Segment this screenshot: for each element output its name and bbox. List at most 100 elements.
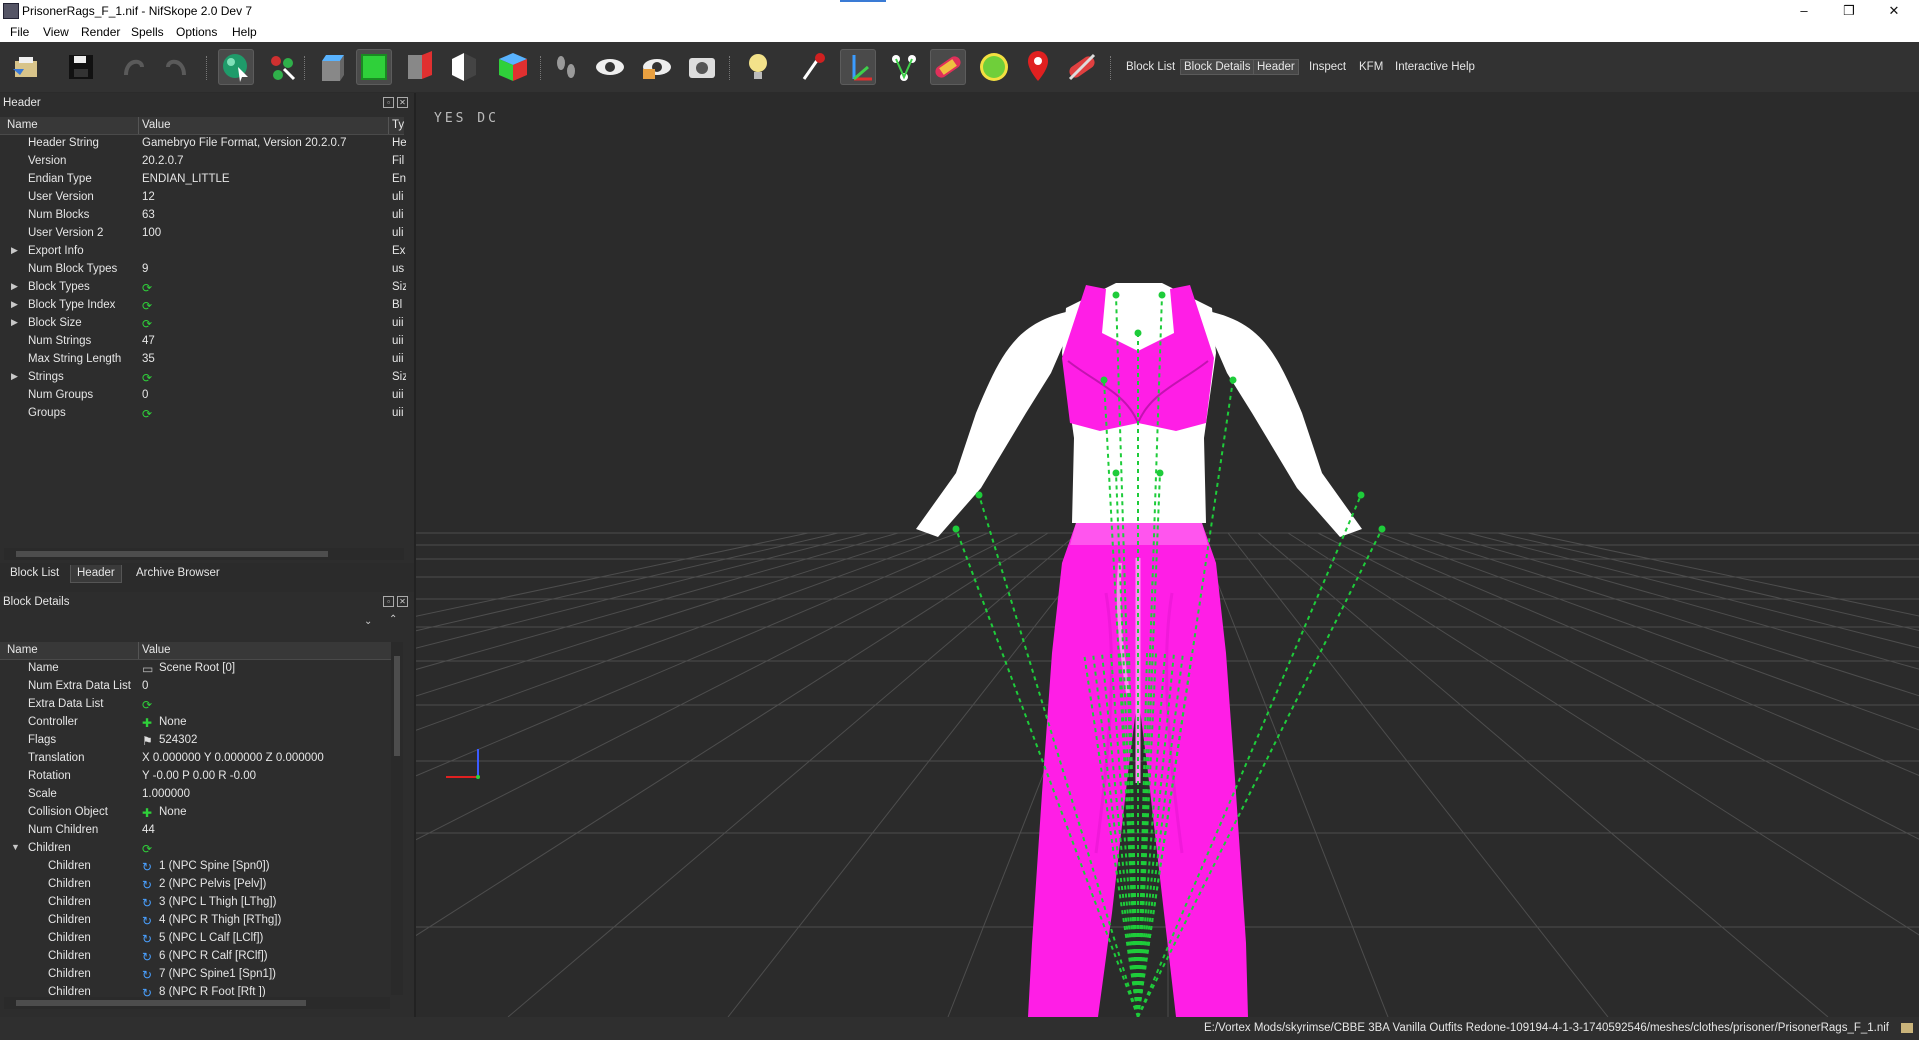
row-value[interactable]: 4 (NPC R Thigh [RThg]) (159, 914, 388, 926)
menu-file[interactable]: File (10, 25, 29, 39)
row-value[interactable]: 5 (NPC L Calf [LClf]) (159, 932, 388, 944)
details-row[interactable]: Flags ⚑ 524302 (0, 732, 390, 750)
header-row[interactable]: ▶ Block Types ⟳ Siz (0, 279, 406, 297)
scroll-thumb[interactable] (16, 551, 328, 557)
details-row[interactable]: Scale 1.000000 (0, 786, 390, 804)
tab-header[interactable]: Header (70, 565, 122, 583)
row-value[interactable]: 524302 (159, 734, 388, 746)
row-value[interactable]: Scene Root [0] (159, 662, 388, 674)
column-name[interactable]: Name (7, 644, 38, 656)
restore-button[interactable]: ❒ (1834, 2, 1864, 20)
header-row[interactable]: Num Blocks 63 uli (0, 207, 404, 225)
collapse-arrow-icon[interactable]: ▼ (11, 842, 20, 852)
constraints-icon[interactable] (886, 49, 922, 85)
header-hscrollbar[interactable] (4, 548, 404, 560)
tab-block-list[interactable]: Block List (4, 565, 65, 583)
row-value[interactable]: 12 (142, 191, 387, 203)
row-value[interactable]: X 0.000000 Y 0.000000 Z 0.000000 (142, 752, 388, 764)
header-row[interactable]: ▶ Export Info Ex (0, 243, 405, 261)
child-row[interactable]: Children ↻ 2 (NPC Pelvis [Pelv]) (0, 876, 390, 894)
header-row[interactable]: User Version 12 uli (0, 189, 404, 207)
resize-grip-icon[interactable] (1901, 1023, 1913, 1033)
column-value[interactable]: Value (142, 119, 171, 131)
row-value[interactable]: ENDIAN_LITTLE (142, 173, 387, 185)
details-row[interactable]: Collision Object ✚ None (0, 804, 390, 822)
view-side-icon[interactable] (402, 49, 438, 85)
menu-help[interactable]: Help (232, 25, 257, 39)
toggle-block-list[interactable]: Block List (1122, 59, 1179, 75)
select-object-icon[interactable] (218, 49, 254, 85)
view-top-icon[interactable] (314, 49, 350, 85)
row-value[interactable]: 0 (142, 680, 388, 692)
collision-icon[interactable] (976, 49, 1012, 85)
close-icon[interactable]: ✕ (397, 596, 408, 607)
details-row[interactable]: ▼ Children ⟳ (0, 840, 390, 858)
view-perspective-icon[interactable] (495, 49, 531, 85)
row-value[interactable]: 7 (NPC Spine1 [Spn1]) (159, 968, 388, 980)
header-row[interactable]: Version 20.2.0.7 Fil (0, 153, 404, 171)
row-value[interactable]: 44 (142, 824, 388, 836)
load-icon[interactable] (10, 49, 46, 85)
screenshot-icon[interactable] (684, 49, 720, 85)
axes-icon[interactable] (840, 49, 876, 85)
lighting-icon[interactable] (740, 49, 776, 85)
menu-options[interactable]: Options (176, 25, 217, 39)
header-row[interactable]: Max String Length 35 uii (0, 351, 404, 369)
menu-view[interactable]: View (43, 25, 69, 39)
redo-icon[interactable] (158, 49, 194, 85)
select-vertex-icon[interactable] (264, 49, 300, 85)
details-row[interactable]: Controller ✚ None (0, 714, 390, 732)
header-row[interactable]: Num Block Types 9 us (0, 261, 404, 279)
details-row[interactable]: Extra Data List ⟳ (0, 696, 390, 714)
row-value[interactable]: Gamebryo File Format, Version 20.2.0.7 (142, 137, 387, 149)
row-value[interactable]: 3 (NPC L Thigh [LThg]) (159, 896, 388, 908)
header-row[interactable]: ▶ Block Size ⟳ uii (0, 315, 404, 333)
row-value[interactable]: 9 (142, 263, 387, 275)
header-row[interactable]: ▶ Block Type Index ⟳ Bl (0, 297, 404, 315)
details-row[interactable]: Num Children 44 (0, 822, 390, 840)
details-row[interactable]: Rotation Y -0.00 P 0.00 R -0.00 (0, 768, 390, 786)
row-value[interactable]: 63 (142, 209, 387, 221)
column-value[interactable]: Value (142, 644, 171, 656)
markers-icon[interactable] (1020, 49, 1056, 85)
expand-arrow-icon[interactable]: ▶ (11, 245, 18, 256)
menu-spells[interactable]: Spells (131, 25, 164, 39)
child-row[interactable]: Children ↻ 3 (NPC L Thigh [LThg]) (0, 894, 390, 912)
float-icon[interactable]: ▫ (383, 97, 394, 108)
header-row[interactable]: Num Groups 0 uii (0, 387, 404, 405)
child-row[interactable]: Children ↻ 4 (NPC R Thigh [RThg]) (0, 912, 390, 930)
render-viewport[interactable]: YES DC (416, 93, 1919, 1017)
expand-arrow-icon[interactable]: ▶ (11, 299, 18, 310)
toggle-block-details[interactable]: Block Details (1180, 59, 1255, 75)
toggle-kfm[interactable]: KFM (1355, 59, 1387, 75)
visibility-icon[interactable] (639, 49, 675, 85)
scroll-thumb[interactable] (394, 656, 400, 756)
show-hidden-icon[interactable] (592, 49, 628, 85)
scroll-thumb[interactable] (16, 1000, 306, 1006)
header-row[interactable]: Header String Gamebryo File Format, Versi… (0, 135, 406, 153)
row-value[interactable]: 0 (142, 389, 387, 401)
header-row[interactable]: ▶ Strings ⟳ Siz (0, 369, 406, 387)
minimize-button[interactable]: – (1789, 2, 1819, 20)
expand-arrow-icon[interactable]: ▶ (11, 371, 18, 382)
toggle-inspect[interactable]: Inspect (1305, 59, 1350, 75)
row-value[interactable]: 1 (NPC Spine [Spn0]) (159, 860, 388, 872)
row-value[interactable]: 20.2.0.7 (142, 155, 387, 167)
chevron-down-icon[interactable]: ⌄ (364, 616, 372, 627)
float-icon[interactable]: ▫ (383, 596, 394, 607)
row-value[interactable]: 47 (142, 335, 387, 347)
details-vscrollbar[interactable] (391, 642, 403, 995)
column-type[interactable]: Ty (392, 119, 404, 131)
close-icon[interactable]: ✕ (397, 97, 408, 108)
row-value[interactable]: Y -0.00 P 0.00 R -0.00 (142, 770, 388, 782)
child-row[interactable]: Children ↻ 1 (NPC Spine [Spn0]) (0, 858, 390, 876)
child-row[interactable]: Children ↻ 5 (NPC L Calf [LClf]) (0, 930, 390, 948)
menu-render[interactable]: Render (81, 25, 120, 39)
textures-icon[interactable] (930, 49, 966, 85)
row-value[interactable]: None (159, 806, 388, 818)
no-collision-icon[interactable] (1064, 49, 1100, 85)
toggle-interactive-help[interactable]: Interactive Help (1391, 59, 1479, 75)
header-row[interactable]: User Version 2 100 uli (0, 225, 404, 243)
row-value[interactable]: 2 (NPC Pelvis [Pelv]) (159, 878, 388, 890)
row-value[interactable]: 6 (NPC R Calf [RClf]) (159, 950, 388, 962)
